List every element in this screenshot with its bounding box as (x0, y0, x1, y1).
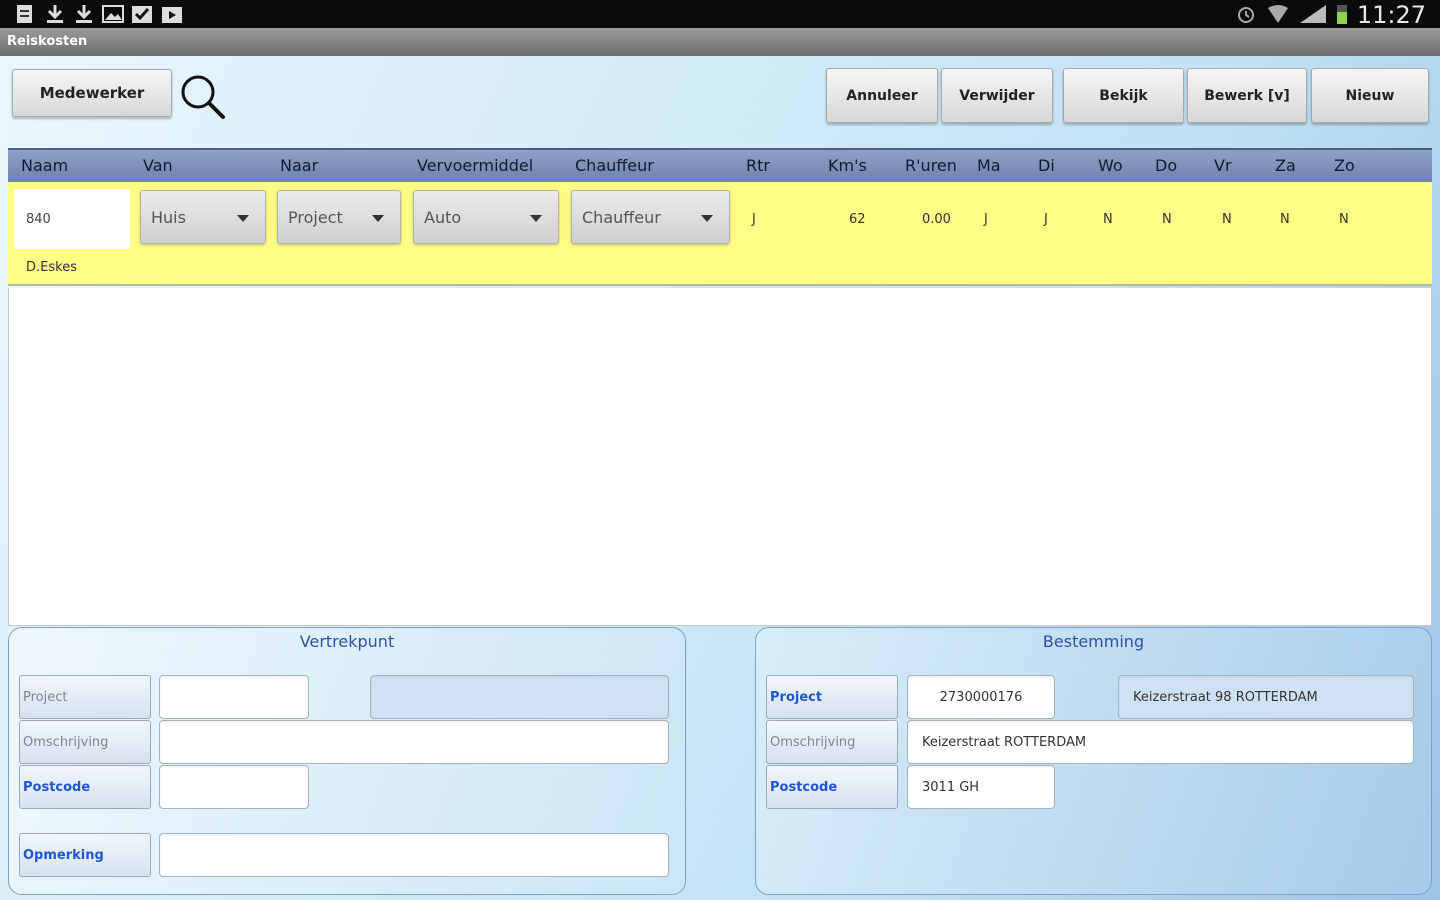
ruren-value: 0.00 (922, 212, 951, 227)
wifi-icon (1268, 5, 1288, 23)
checkbox-icon (132, 6, 152, 23)
naam-subtext: D.Eskes (26, 260, 77, 275)
bestemming-postcode-input[interactable]: 3011 GH (907, 765, 1055, 809)
signal-icon (1300, 5, 1326, 23)
chevron-down-icon (530, 215, 542, 222)
di-value: J (1044, 212, 1048, 227)
bestemming-omschrijving-input[interactable]: Keizerstraat ROTTERDAM (907, 720, 1414, 764)
app-title: Reiskosten (7, 34, 88, 49)
do-value: N (1162, 212, 1172, 227)
annuleer-button[interactable]: Annuleer (826, 68, 938, 123)
col-van: Van (143, 156, 173, 175)
col-za: Za (1275, 156, 1296, 175)
nieuw-button[interactable]: Nieuw (1311, 68, 1429, 123)
col-do: Do (1155, 156, 1178, 175)
col-naar: Naar (280, 156, 319, 175)
vertrekpunt-project-desc (370, 675, 669, 719)
col-ruren: R'uren (905, 156, 957, 175)
col-di: Di (1038, 156, 1055, 175)
search-icon[interactable] (178, 72, 226, 120)
chauffeur-value: Chauffeur (582, 208, 661, 227)
wo-value: N (1103, 212, 1113, 227)
col-vervoermiddel: Vervoermiddel (417, 156, 534, 175)
play-icon (162, 7, 182, 23)
image-icon (102, 5, 124, 23)
download-icon (47, 5, 63, 23)
naar-spinner[interactable]: Project (277, 190, 401, 244)
document-icon (17, 5, 32, 23)
col-zo: Zo (1334, 156, 1355, 175)
bestemming-panel: Bestemming Project 2730000176 Keizerstra… (755, 627, 1432, 895)
medewerker-button[interactable]: Medewerker (12, 69, 172, 117)
col-ma: Ma (977, 156, 1001, 175)
vertrekpunt-omschrijving-label: Omschrijving (19, 720, 151, 764)
bestemming-postcode-label: Postcode (766, 765, 898, 809)
vertrekpunt-omschrijving-input[interactable] (159, 720, 669, 764)
chauffeur-spinner[interactable]: Chauffeur (571, 190, 730, 244)
vertrekpunt-postcode-label: Postcode (19, 765, 151, 809)
naar-value: Project (288, 208, 343, 227)
opmerking-input[interactable] (159, 833, 669, 877)
ma-value: J (984, 212, 988, 227)
col-naam: Naam (21, 156, 69, 175)
naam-input[interactable]: 840 (14, 189, 130, 249)
bestemming-omschrijving-label: Omschrijving (766, 720, 898, 764)
bewerk-button[interactable]: Bewerk [v] (1187, 68, 1307, 123)
van-spinner[interactable]: Huis (140, 190, 266, 244)
chevron-down-icon (372, 215, 384, 222)
naam-value: 840 (26, 212, 51, 227)
opmerking-label: Opmerking (19, 833, 151, 877)
download-icon (76, 5, 92, 23)
status-bar: 11:27 (0, 0, 1440, 29)
van-value: Huis (151, 208, 186, 227)
battery-icon (1337, 5, 1347, 24)
vervoermiddel-spinner[interactable]: Auto (413, 190, 559, 244)
chevron-down-icon (237, 215, 249, 222)
col-wo: Wo (1098, 156, 1123, 175)
vertrekpunt-project-label: Project (19, 675, 151, 719)
chevron-down-icon (701, 215, 713, 222)
title-bar: Reiskosten (0, 28, 1440, 56)
list-area[interactable] (8, 288, 1432, 626)
bestemming-project-input[interactable]: 2730000176 (907, 675, 1055, 719)
za-value: N (1280, 212, 1290, 227)
vertrekpunt-title: Vertrekpunt (299, 632, 395, 651)
vertrekpunt-project-input[interactable] (159, 675, 309, 719)
bestemming-project-desc: Keizerstraat 98 ROTTERDAM (1118, 675, 1414, 719)
verwijder-button[interactable]: Verwijder (941, 68, 1053, 123)
col-kms: Km's (828, 156, 867, 175)
kms-value: 62 (849, 212, 866, 227)
zo-value: N (1339, 212, 1349, 227)
table-header: Naam Van Naar Vervoermiddel Chauffeur Rt… (8, 148, 1432, 182)
vertrekpunt-panel: Vertrekpunt Project Omschrijving Postcod… (8, 627, 686, 895)
vr-value: N (1222, 212, 1232, 227)
col-chauffeur: Chauffeur (575, 156, 654, 175)
bekijk-button[interactable]: Bekijk (1063, 68, 1184, 123)
bestemming-project-label: Project (766, 675, 898, 719)
vertrekpunt-postcode-input[interactable] (159, 765, 309, 809)
bestemming-title: Bestemming (1042, 632, 1145, 651)
rtr-value: J (752, 212, 756, 227)
col-vr: Vr (1214, 156, 1232, 175)
table-row[interactable]: 840 D.Eskes Huis Project Auto Chauffeur … (8, 182, 1432, 286)
col-rtr: Rtr (746, 156, 770, 175)
alarm-icon (1238, 7, 1254, 23)
vervoermiddel-value: Auto (424, 208, 462, 227)
status-clock: 11:27 (1356, 1, 1426, 29)
